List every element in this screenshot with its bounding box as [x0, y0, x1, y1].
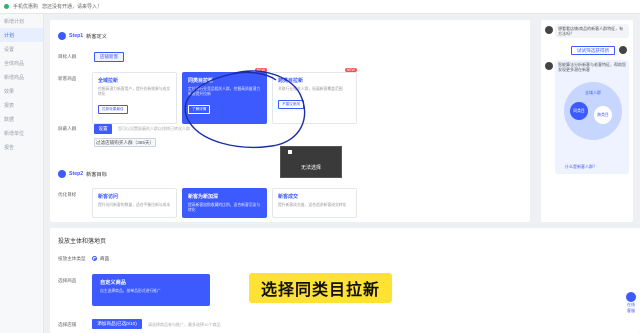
assistant-panel: 想看看店铺/商品的新客人群特征，有方法吗？ 试试筛选获得新 智能算法分析新客与老…: [541, 20, 633, 222]
bottom-label: 选择店铺: [58, 322, 77, 327]
tooltip-text: 无法选择: [300, 165, 321, 171]
assistant-link[interactable]: 试试筛选获得新: [571, 46, 615, 55]
venn-same: 同类目: [570, 102, 588, 120]
service-line2: 客服: [627, 308, 635, 313]
promo-desc: 自主选择商品，按单品形式进行推广: [100, 289, 161, 293]
venn-cross: 跨类目: [594, 106, 612, 124]
user-avatar: [619, 46, 627, 54]
assistant-tip-text: 智能算法分析新客与老客特征，帮助您发现更多潜在新客: [558, 62, 626, 72]
subject-radio[interactable]: [92, 256, 97, 261]
section-title: 投放主体和落地页: [58, 239, 107, 245]
promo-title: 自定义商品: [100, 280, 126, 286]
add-product-button[interactable]: 添加商品(已选0/10): [92, 319, 142, 329]
subject-label: 投放主体类型: [58, 256, 86, 261]
venn-diagram: 全域人群 同类目 跨类目: [558, 76, 626, 146]
floating-service[interactable]: 在线 客服: [622, 292, 640, 322]
type-label: 选择商品: [58, 278, 77, 283]
assistant-avatar-2: [545, 62, 553, 70]
bottom-hint: 请选择商品参与推广，最多选择10个商品: [148, 322, 221, 327]
assistant-avatar: [545, 26, 553, 34]
cursor-icon: [288, 150, 292, 154]
assistant-more-link[interactable]: 什么是新客人群？: [565, 164, 597, 170]
service-icon: [626, 292, 636, 302]
disabled-tooltip: 无法选择: [280, 146, 342, 178]
assistant-tip-card: 智能算法分析新客与老客特征，帮助您发现更多潜在新客 全域人群 同类目 跨类目: [555, 60, 629, 174]
video-caption: 选择同类目拉新: [249, 273, 392, 303]
assistant-question: 想看看店铺/商品的新客人群特征，有方法吗？: [555, 24, 629, 38]
custom-product-card[interactable]: 自定义商品 自主选择商品，按单品形式进行推广: [92, 274, 210, 306]
subject-value: 商品: [100, 256, 110, 261]
